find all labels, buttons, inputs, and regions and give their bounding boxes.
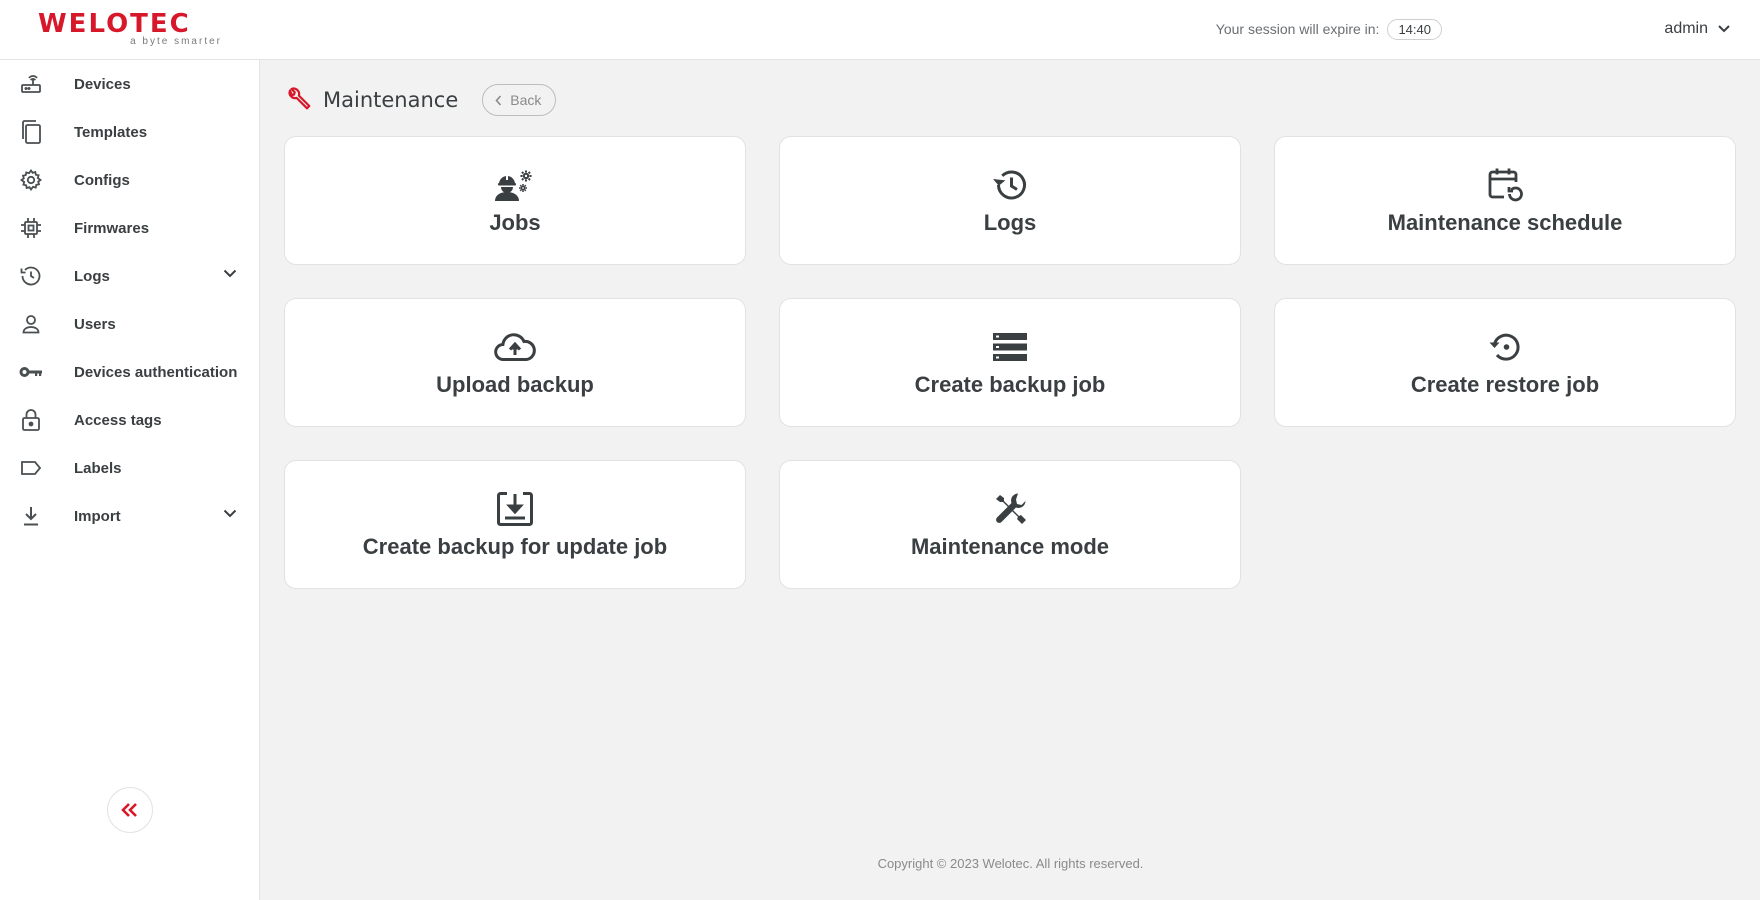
user-name: admin: [1664, 20, 1708, 37]
sidebar-item-label: Configs: [74, 171, 130, 189]
card-jobs[interactable]: Jobs: [284, 136, 746, 265]
card-label: Upload backup: [436, 371, 594, 397]
sidebar-item-label: Logs: [74, 267, 110, 285]
sidebar-item-label: Devices authentication: [74, 363, 238, 381]
card-label: Maintenance mode: [910, 533, 1110, 559]
history-icon: [992, 166, 1028, 204]
sidebar-item-label: Firmwares: [74, 219, 150, 237]
card-upload-backup[interactable]: Upload backup: [284, 298, 746, 427]
session-timer: 14:40: [1387, 18, 1442, 40]
card-create-backup-for-update-job[interactable]: Create backup for update job: [284, 460, 746, 589]
logo-wordmark: WELOTEC: [38, 9, 191, 39]
user-icon: [18, 311, 44, 337]
gear-icon: [18, 167, 44, 193]
session-info: Your session will expire in: 14:40: [1216, 0, 1442, 58]
double-chevron-left-icon: [121, 803, 137, 817]
session-label: Your session will expire in:: [1215, 21, 1380, 37]
page-title: Maintenance: [323, 88, 459, 112]
sidebar-item-logs[interactable]: Logs: [0, 252, 259, 300]
card-create-restore-job[interactable]: Create restore job: [1274, 298, 1736, 427]
tools-icon: [992, 490, 1028, 528]
key-icon: [18, 359, 44, 385]
copy-icon: [18, 119, 44, 145]
sidebar-item-devices[interactable]: Devices: [0, 60, 259, 108]
cloud-upload-icon: [494, 328, 536, 366]
sidebar-item-templates[interactable]: Templates: [0, 108, 259, 156]
main-content: Maintenance Back Jobs Logs Maintenance s…: [261, 60, 1760, 900]
chip-icon: [18, 215, 44, 241]
card-label: Logs: [983, 209, 1037, 235]
card-maintenance-mode[interactable]: Maintenance mode: [779, 460, 1241, 589]
storage-icon: [992, 328, 1028, 366]
sidebar-item-label: Users: [74, 315, 116, 333]
calendar-refresh-icon: [1486, 166, 1524, 204]
sidebar-item-devices-authentication[interactable]: Devices authentication: [0, 348, 259, 396]
restore-icon: [1487, 328, 1523, 366]
footer-copyright: Copyright © 2023 Welotec. All rights res…: [877, 856, 1144, 871]
lock-icon: [18, 407, 44, 433]
sidebar-collapse-button[interactable]: [107, 787, 153, 833]
sidebar-item-label: Labels: [74, 459, 122, 477]
download-icon: [18, 503, 44, 529]
maintenance-cards: Jobs Logs Maintenance schedule Upload ba…: [284, 136, 1736, 589]
sidebar: Devices Templates Configs Firmwares Logs…: [0, 60, 260, 900]
sidebar-item-label: Import: [74, 507, 121, 525]
welotec-logo[interactable]: WELOTEC a byte smarter: [38, 10, 224, 48]
card-label: Jobs: [489, 209, 541, 235]
sidebar-item-label: Access tags: [74, 411, 162, 429]
sidebar-item-configs[interactable]: Configs: [0, 156, 259, 204]
sidebar-item-access-tags[interactable]: Access tags: [0, 396, 259, 444]
user-menu[interactable]: admin: [1664, 0, 1730, 58]
card-create-backup-job[interactable]: Create backup job: [779, 298, 1241, 427]
history-icon: [18, 263, 44, 289]
label-icon: [18, 455, 44, 481]
chevron-down-icon: [1718, 25, 1730, 33]
sidebar-item-label: Templates: [74, 123, 148, 141]
top-header: WELOTEC a byte smarter Your session will…: [0, 0, 1760, 60]
sidebar-item-labels[interactable]: Labels: [0, 444, 259, 492]
chevron-down-icon: [223, 509, 237, 518]
card-label: Create backup for update job: [362, 533, 668, 559]
sidebar-item-users[interactable]: Users: [0, 300, 259, 348]
chevron-down-icon: [223, 269, 237, 278]
card-label: Maintenance schedule: [1387, 209, 1623, 235]
download-box-icon: [496, 490, 534, 528]
back-button[interactable]: Back: [482, 84, 557, 116]
sidebar-item-import[interactable]: Import: [0, 492, 259, 540]
card-logs[interactable]: Logs: [779, 136, 1241, 265]
back-label: Back: [510, 92, 542, 108]
card-label: Create restore job: [1410, 371, 1600, 397]
router-icon: [18, 71, 44, 97]
wrench-icon: [288, 87, 311, 110]
sidebar-item-firmwares[interactable]: Firmwares: [0, 204, 259, 252]
sidebar-item-label: Devices: [74, 75, 131, 93]
worker-gears-icon: [495, 166, 535, 204]
page-header: Maintenance Back: [285, 84, 557, 116]
card-maintenance-schedule[interactable]: Maintenance schedule: [1274, 136, 1736, 265]
card-label: Create backup job: [914, 371, 1106, 397]
chevron-left-icon: [495, 94, 502, 106]
